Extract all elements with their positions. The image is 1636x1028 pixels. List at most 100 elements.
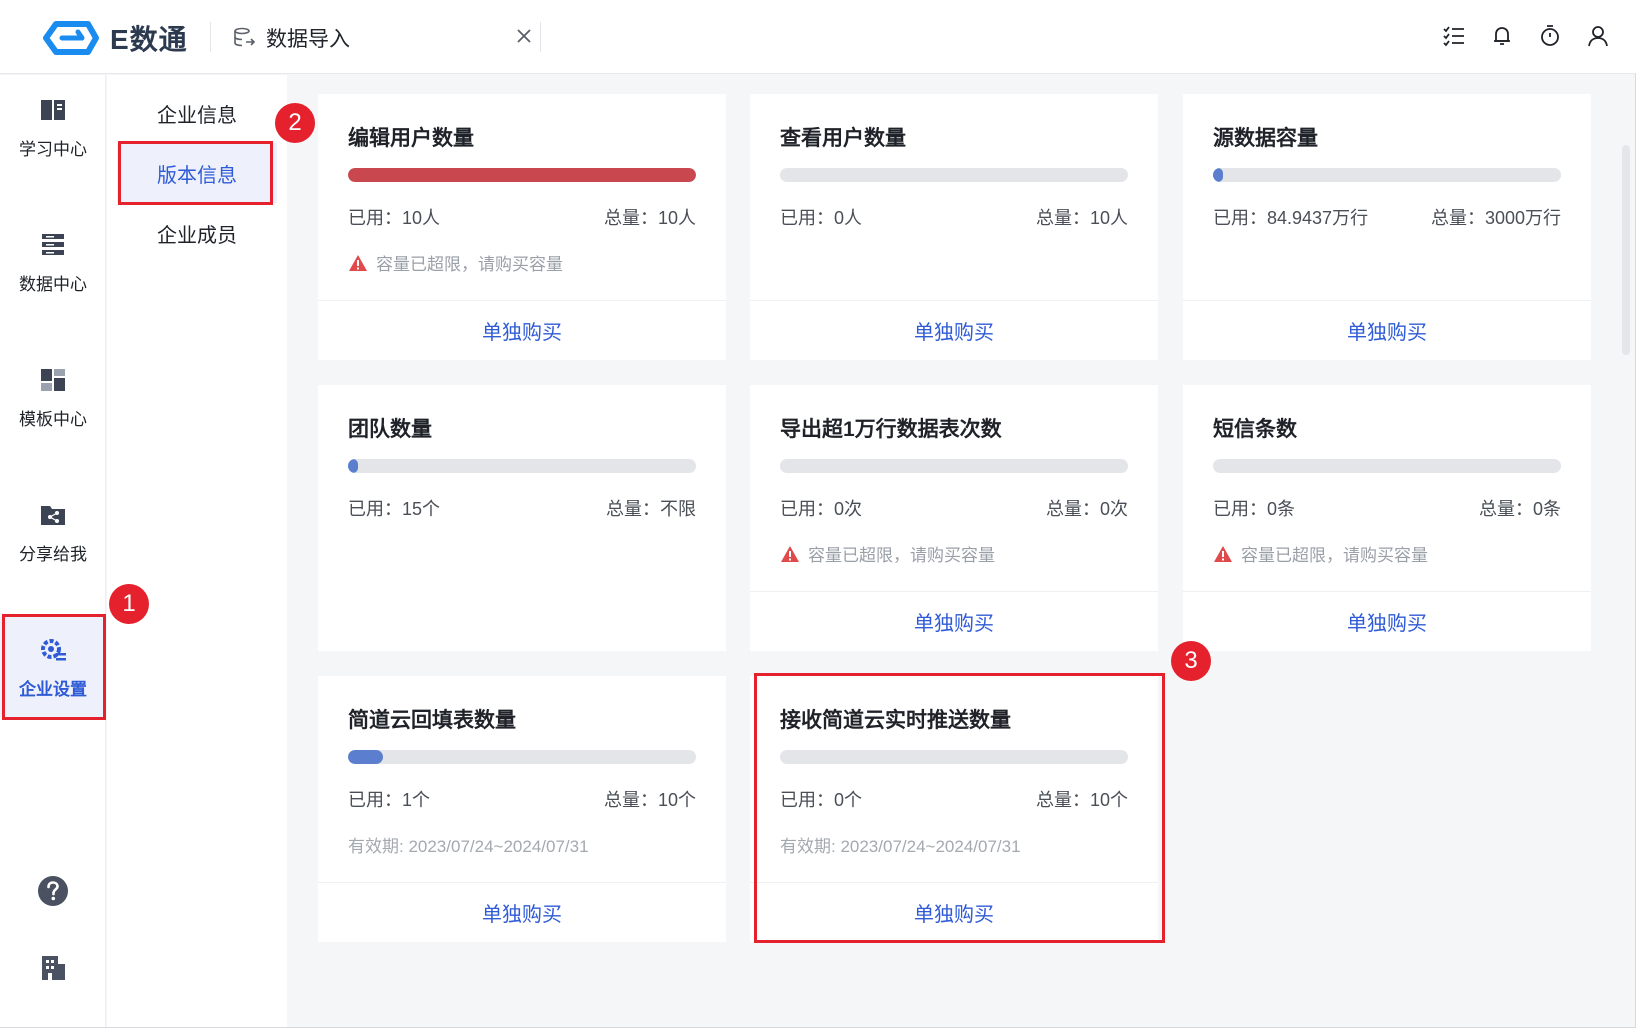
quota-card: 查看用户数量 已用：0人 总量：10人 单独购买 xyxy=(750,94,1158,360)
top-bar: E数通 数据导入 xyxy=(0,0,1636,74)
timer-icon xyxy=(1541,25,1559,46)
notification-button[interactable] xyxy=(1488,22,1516,50)
logo-text: E数通 xyxy=(110,24,188,55)
total-amount: 总量：3000万行 xyxy=(1430,208,1561,228)
card-footer: 单独购买 xyxy=(750,591,1158,651)
subnav-item-enterprise-members[interactable]: 企业成员 xyxy=(117,203,277,263)
rail-item-template[interactable]: 模板中心 xyxy=(0,347,106,447)
used-amount: 已用：84.9437万行 xyxy=(1213,208,1369,228)
highlight-box xyxy=(754,673,1165,943)
divider xyxy=(540,22,541,52)
tab-data-import[interactable]: 数据导入 xyxy=(232,18,350,58)
rail-item-learning[interactable]: 学习中心 xyxy=(0,77,106,177)
used-amount: 已用：15个 xyxy=(348,499,441,519)
card-footer: 单独购买 xyxy=(318,300,726,360)
highlight-box xyxy=(118,141,273,205)
card-title: 查看用户数量 xyxy=(780,127,906,150)
card-title: 导出超1万行数据表次数 xyxy=(780,418,1002,441)
tab-close-button[interactable] xyxy=(512,24,536,48)
book-icon xyxy=(41,99,65,120)
quota-card: 简道云回填表数量 已用：1个 总量：10个有效期: 2023/07/24~2024/… xyxy=(318,676,726,942)
rail-item-shared[interactable]: 分享给我 xyxy=(0,482,106,582)
rail-item-label: 数据中心 xyxy=(19,274,87,294)
card-title: 源数据容量 xyxy=(1213,127,1318,150)
help-icon[interactable] xyxy=(37,875,69,907)
rail-item-data[interactable]: 数据中心 xyxy=(0,212,106,312)
task-list-button[interactable] xyxy=(1440,22,1468,50)
used-amount: 已用：0条 xyxy=(1213,499,1296,519)
database-icon xyxy=(42,233,64,255)
total-amount: 总量：不限 xyxy=(606,499,696,519)
bell-icon xyxy=(1494,27,1510,45)
capacity-warning: 容量已超限，请购买容量 xyxy=(348,250,563,275)
step-badge: 2 xyxy=(275,103,315,143)
card-footer: 单独购买 xyxy=(318,882,726,942)
buy-separately-button[interactable]: 单独购买 xyxy=(1347,607,1427,636)
warning-text: 容量已超限，请购买容量 xyxy=(376,255,563,274)
used-amount: 已用：0人 xyxy=(780,208,863,228)
divider xyxy=(210,22,211,52)
step-badge: 3 xyxy=(1171,641,1211,681)
card-title: 短信条数 xyxy=(1213,418,1297,441)
warning-icon xyxy=(781,545,799,562)
buy-separately-button[interactable]: 单独购买 xyxy=(914,607,994,636)
warning-icon xyxy=(349,254,367,271)
usage-progress-fill xyxy=(348,750,383,764)
buy-separately-button[interactable]: 单独购买 xyxy=(914,316,994,345)
usage-progress-bar xyxy=(780,168,1128,182)
used-amount: 已用：0次 xyxy=(780,499,863,519)
scrollbar[interactable] xyxy=(1622,145,1630,355)
total-amount: 总量：0条 xyxy=(1478,499,1561,519)
card-title: 编辑用户数量 xyxy=(348,127,474,150)
rail-item-label: 学习中心 xyxy=(19,139,87,159)
usage-progress-bar xyxy=(780,459,1128,473)
timer-button[interactable] xyxy=(1536,22,1564,50)
close-icon xyxy=(517,29,531,43)
quota-card: 编辑用户数量 已用：10人 总量：10人容量已超限，请购买容量单独购买 xyxy=(318,94,726,360)
usage-progress-fill xyxy=(348,168,696,182)
quota-card: 源数据容量已用：84.9437万行 总量：3000万行单独购买 xyxy=(1183,94,1591,360)
usage-progress-bar xyxy=(348,459,696,473)
card-footer: 单独购买 xyxy=(750,300,1158,360)
quota-card: 导出超1万行数据表次数 已用：0次 总量：0次 容量已超限，请购买容量 单独购买 xyxy=(750,385,1158,651)
card-title: 团队数量 xyxy=(348,418,432,441)
warning-text: 容量已超限，请购买容量 xyxy=(1241,546,1428,565)
data-import-icon xyxy=(234,27,256,47)
usage-progress-bar xyxy=(1213,459,1561,473)
quota-card: 短信条数已用：0条 总量：0条容量已超限，请购买容量单独购买 xyxy=(1183,385,1591,651)
share-folder-icon xyxy=(41,505,65,525)
card-footer: 单独购买 xyxy=(1183,300,1591,360)
buy-separately-button[interactable]: 单独购买 xyxy=(1347,316,1427,345)
validity-period: 有效期: 2023/07/24~2024/07/31 xyxy=(348,837,589,856)
rail-item-label: 模板中心 xyxy=(19,409,87,429)
used-amount: 已用：1个 xyxy=(348,790,431,810)
user-button[interactable] xyxy=(1584,22,1612,50)
usage-progress-bar xyxy=(348,750,696,764)
warning-text: 容量已超限，请购买容量 xyxy=(808,546,995,565)
usage-progress-fill xyxy=(1213,168,1223,182)
app-window: E数通 数据导入 学习中心 数据中心 模板中心 分享给我 企业设置 企业信息 版… xyxy=(0,0,1636,1028)
buy-separately-button[interactable]: 单独购买 xyxy=(482,316,562,345)
subnav-item-enterprise-info[interactable]: 企业信息 xyxy=(117,83,277,143)
quota-card: 团队数量已用：15个 总量：不限 xyxy=(318,385,726,651)
building-icon[interactable] xyxy=(37,952,69,984)
user-icon xyxy=(1588,26,1608,47)
used-amount: 已用：10人 xyxy=(348,208,441,228)
logo: E数通 xyxy=(38,18,188,58)
capacity-warning: 容量已超限，请购买容量 xyxy=(1213,541,1428,566)
card-title: 简道云回填表数量 xyxy=(348,709,516,732)
capacity-warning: 容量已超限，请购买容量 xyxy=(780,541,995,566)
logo-icon xyxy=(43,21,99,55)
template-icon xyxy=(41,368,65,391)
total-amount: 总量：10个 xyxy=(603,790,696,810)
buy-separately-button[interactable]: 单独购买 xyxy=(482,898,562,927)
total-amount: 总量：10人 xyxy=(603,208,696,228)
warning-icon xyxy=(1214,545,1232,562)
rail-item-label: 分享给我 xyxy=(19,544,87,564)
topbar-actions xyxy=(1440,22,1612,50)
left-rail: 学习中心 数据中心 模板中心 分享给我 企业设置 xyxy=(0,75,106,1027)
usage-progress-bar xyxy=(348,168,696,182)
tab-label: 数据导入 xyxy=(266,28,350,51)
task-list-icon xyxy=(1443,26,1464,47)
step-badge: 1 xyxy=(109,584,149,624)
